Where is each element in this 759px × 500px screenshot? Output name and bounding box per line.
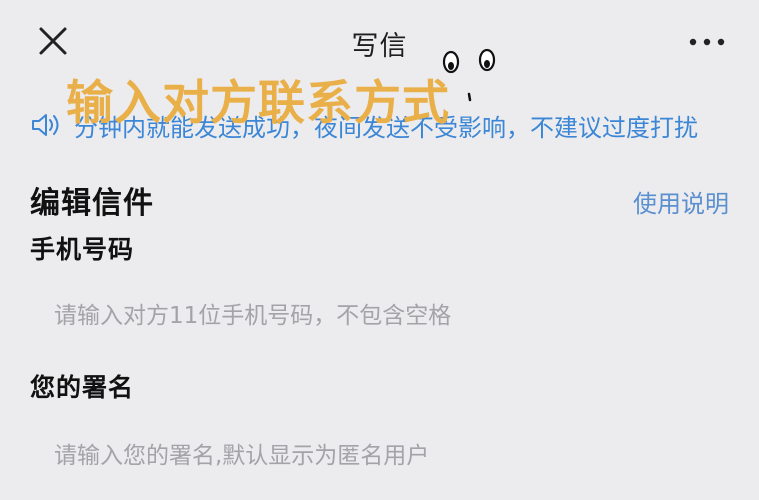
phone-label: 手机号码 (30, 235, 135, 264)
more-icon (689, 38, 725, 46)
speaker-icon (32, 114, 59, 136)
write-letter-page: 写信 分钟内就能发送成功，夜间发送不受影响，不建议过度打扰 输入对方联系方式 编… (0, 0, 759, 500)
section-title: 编辑信件 (30, 186, 154, 221)
signature-input[interactable] (40, 432, 730, 480)
page-title: 写信 (351, 31, 408, 62)
signature-label: 您的署名 (30, 373, 135, 402)
more-button[interactable] (684, 28, 730, 56)
notice-fade (700, 104, 759, 148)
eyes-icon (442, 48, 496, 102)
help-link[interactable]: 使用说明 (633, 184, 729, 219)
overlay-caption: 输入对方联系方式 (66, 76, 450, 131)
phone-input[interactable] (40, 292, 730, 340)
